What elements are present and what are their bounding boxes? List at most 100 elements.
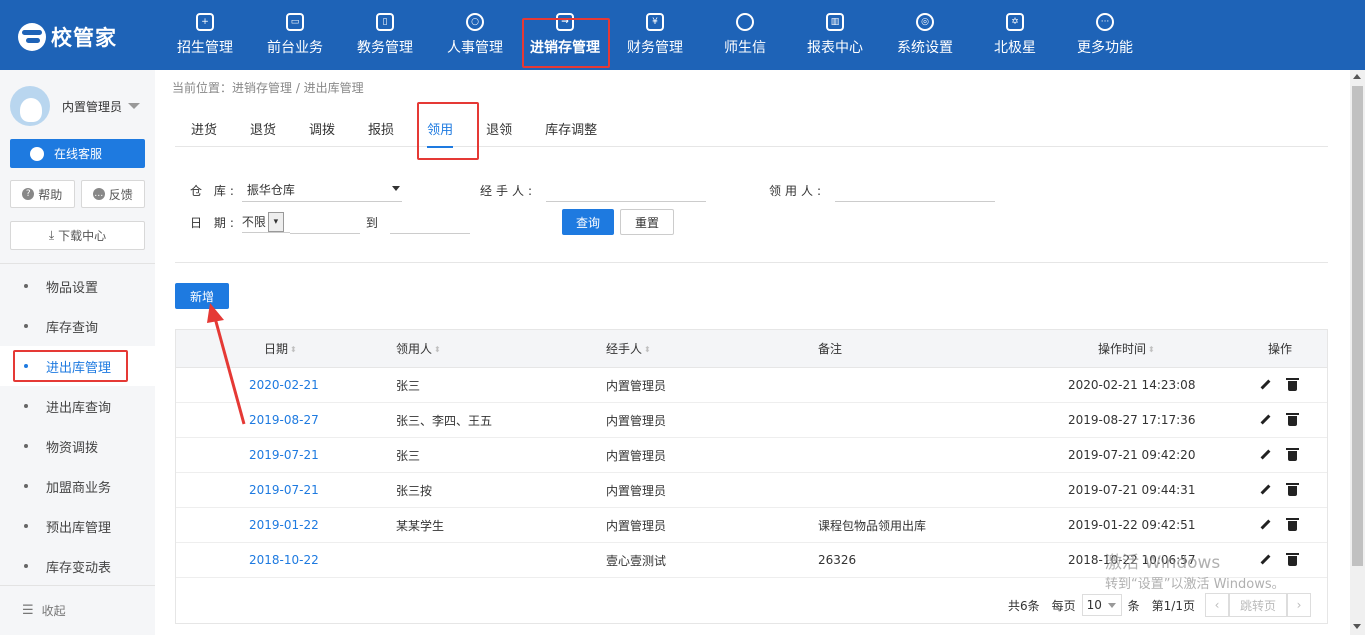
edit-icon[interactable]: [1260, 450, 1270, 460]
nav-item-5[interactable]: ¥ 财务管理: [610, 0, 700, 70]
delete-icon[interactable]: [1286, 518, 1299, 531]
sidebar-item-2[interactable]: 进出库管理: [0, 346, 155, 386]
date-from-input[interactable]: [289, 210, 360, 234]
nav-item-label: 更多功能: [1077, 40, 1133, 56]
nav-item-6[interactable]: 师生信: [700, 0, 790, 70]
question-icon: ?: [22, 188, 35, 200]
chevron-down-icon[interactable]: [128, 103, 141, 109]
next-page-button[interactable]: ›: [1287, 593, 1311, 617]
col-time-label: 操作时间: [1098, 342, 1147, 356]
sidebar-item-0[interactable]: 物品设置: [0, 266, 155, 306]
page-size-select[interactable]: 10: [1081, 594, 1122, 616]
row-time: 2019-07-21 09:42:20: [1068, 448, 1196, 462]
yen-shield-icon: ¥: [646, 13, 664, 31]
bullet-icon: [24, 564, 28, 568]
user-menu[interactable]: 内置管理员: [10, 86, 141, 126]
download-center-button[interactable]: ⤓ 下载中心: [10, 221, 145, 250]
sidebar-item-7[interactable]: 库存变动表: [0, 546, 155, 586]
row-date-link[interactable]: 2019-07-21: [176, 483, 396, 497]
table-row: 2018-10-22 壹心壹测试 26326 2018-10-22 10:06:57: [176, 543, 1327, 578]
tab-label: 报损: [368, 123, 395, 138]
recipient-input[interactable]: [835, 178, 996, 202]
sidebar-item-3[interactable]: 进出库查询: [0, 386, 155, 426]
bullet-icon: [24, 444, 28, 448]
nav-item-8[interactable]: ◎ 系统设置: [880, 0, 970, 70]
nav-item-7[interactable]: ▥ 报表中心: [790, 0, 880, 70]
help-button[interactable]: ? 帮助: [10, 180, 75, 208]
scrollbar[interactable]: [1350, 70, 1365, 635]
recipient-label: 领用人:: [769, 183, 826, 198]
tab-6[interactable]: 库存调整: [529, 110, 613, 147]
sidebar-item-6[interactable]: 预出库管理: [0, 506, 155, 546]
row-time: 2018-10-22 10:06:57: [1068, 553, 1196, 567]
handler-input[interactable]: [546, 178, 707, 202]
nav-item-3[interactable]: ○ 人事管理: [430, 0, 520, 70]
row-date-link[interactable]: 2018-10-22: [176, 553, 396, 567]
nav-item-10[interactable]: ··· 更多功能: [1060, 0, 1150, 70]
delete-icon[interactable]: [1286, 378, 1299, 391]
delete-icon[interactable]: [1286, 448, 1299, 461]
nav-item-label: 北极星: [994, 40, 1036, 56]
sidebar-item-4[interactable]: 物资调拨: [0, 426, 155, 466]
online-service-button[interactable]: 在线客服: [10, 139, 145, 168]
tab-4[interactable]: 领用: [411, 102, 480, 160]
nav-item-label: 人事管理: [447, 40, 503, 56]
sidebar-item-5[interactable]: 加盟商业务: [0, 466, 155, 506]
nav-item-1[interactable]: ▭ 前台业务: [250, 0, 340, 70]
date-to-input[interactable]: [389, 210, 470, 234]
chevron-down-icon: [391, 186, 400, 191]
edit-icon[interactable]: [1260, 415, 1270, 425]
delete-icon[interactable]: [1286, 553, 1299, 566]
scroll-down-icon[interactable]: [1353, 624, 1361, 629]
pager-total: 共6条: [1007, 598, 1040, 613]
pager-page-info: 第1/1页: [1151, 598, 1195, 613]
col-handler[interactable]: 经手人 ⬍: [606, 340, 818, 357]
nav-item-9[interactable]: ✡ 北极星: [970, 0, 1060, 70]
add-button[interactable]: 新增: [175, 283, 229, 309]
delete-icon[interactable]: [1286, 413, 1299, 426]
tab-0[interactable]: 进货: [175, 110, 233, 147]
edit-icon[interactable]: [1260, 520, 1270, 530]
row-handler: 内置管理员: [606, 413, 667, 428]
tab-1[interactable]: 退货: [234, 110, 292, 147]
tab-3[interactable]: 报损: [352, 110, 410, 147]
row-date-link[interactable]: 2019-07-21: [176, 448, 396, 462]
delete-icon[interactable]: [1286, 483, 1299, 496]
col-time[interactable]: 操作时间 ⬍: [1068, 340, 1260, 357]
prev-page-button[interactable]: ‹: [1204, 593, 1229, 617]
col-recipient[interactable]: 领用人 ⬍: [396, 340, 606, 357]
row-date-link[interactable]: 2020-02-21: [176, 378, 396, 392]
collapse-button[interactable]: ☰ 收起: [0, 585, 155, 635]
scroll-thumb[interactable]: [1352, 86, 1363, 566]
nav-item-2[interactable]: ▯ 教务管理: [340, 0, 430, 70]
warehouse-select[interactable]: 振华仓库: [241, 178, 402, 202]
collapse-icon: ☰: [22, 603, 34, 618]
chat-icon: [30, 146, 44, 161]
app-logo[interactable]: 校管家: [18, 22, 117, 52]
nav-item-4[interactable]: → 进销存管理: [520, 0, 610, 70]
feedback-button[interactable]: … 反馈: [80, 180, 145, 208]
date-mode-select[interactable]: 不限 ▾: [241, 211, 290, 233]
tab-label: 进货: [191, 123, 218, 138]
row-date-link[interactable]: 2019-01-22: [176, 518, 396, 532]
tab-2[interactable]: 调拨: [293, 110, 351, 147]
row-date-link[interactable]: 2019-08-27: [176, 413, 396, 427]
tab-5[interactable]: 退领: [470, 110, 528, 147]
reset-button[interactable]: 重置: [620, 209, 675, 235]
feedback-label: 反馈: [108, 187, 133, 202]
edit-icon[interactable]: [1260, 485, 1270, 495]
scroll-up-icon[interactable]: [1353, 74, 1361, 79]
pagination: 共6条 每页 10 条 第1/1页 ‹ 跳转页 ›: [1008, 587, 1327, 623]
row-actions: [1260, 413, 1329, 426]
col-date[interactable]: 日期 ⬍: [176, 340, 396, 357]
edit-icon[interactable]: [1260, 380, 1270, 390]
collapse-label: 收起: [41, 604, 66, 618]
comment-icon: …: [92, 188, 105, 200]
query-button[interactable]: 查询: [562, 209, 615, 235]
jump-page-button[interactable]: 跳转页: [1228, 593, 1287, 617]
row-time: 2019-01-22 09:42:51: [1068, 518, 1196, 532]
table-row: 2019-08-27 张三、李四、王五 内置管理员 2019-08-27 17:17:…: [176, 403, 1327, 438]
edit-icon[interactable]: [1260, 555, 1270, 565]
sidebar-item-1[interactable]: 库存查询: [0, 306, 155, 346]
nav-item-0[interactable]: + 招生管理: [160, 0, 250, 70]
